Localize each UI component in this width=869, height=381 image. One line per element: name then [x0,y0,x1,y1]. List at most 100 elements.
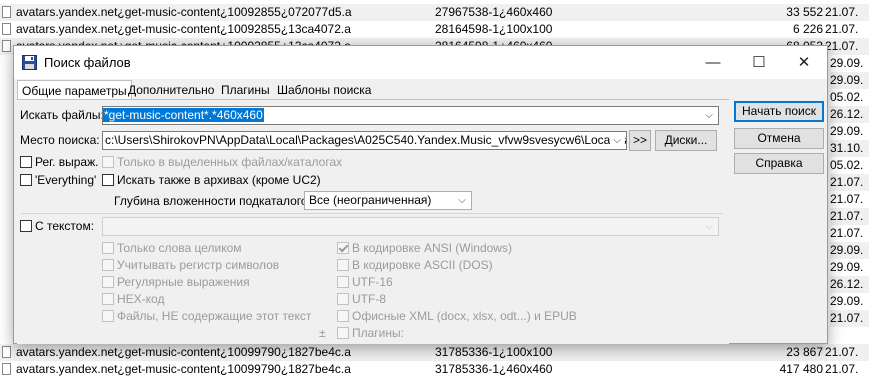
search-label: Искать файлы: [20,108,104,122]
hex-checkbox[interactable] [102,293,114,305]
cancel-button[interactable]: Отмена [734,128,824,149]
file-row[interactable]: avatars.yandex.net¿get-music-content¿100… [0,4,869,21]
file-size: 417 480 [779,362,823,376]
help-button[interactable]: Справка [734,153,824,174]
location-input-value: c:\Users\ShirokovPN\AppData\Local\Packag… [105,133,627,147]
whole-words-checkbox[interactable] [102,242,114,254]
title-bar[interactable]: Поиск файлов — ☐ ✕ [14,46,827,79]
location-arrow-button[interactable]: >> [629,130,651,151]
chevron-down-icon: ⌵ [705,221,713,232]
hex-label: HEX-код [117,292,165,306]
file-icon [2,346,11,358]
case-sensitive-label: Учитывать регистр символов [117,258,280,272]
close-button[interactable]: ✕ [781,46,827,79]
file-date: 31.10. [830,140,869,157]
with-text-label: С текстом: [35,219,95,233]
file-date: 05.02. [830,158,864,172]
with-text-checkbox[interactable] [20,220,32,232]
depth-select[interactable]: Все (неограниченная) ⌵ [304,191,472,210]
search-input-value: *get-music-content*.*460x460 [103,108,264,122]
file-date: 21.07. [830,174,869,191]
text-input[interactable]: ⌵ [102,217,719,236]
utf16-label: UTF-16 [352,275,393,289]
case-sensitive-checkbox[interactable] [102,259,114,271]
depth-label: Глубина вложенности подкаталогов: [114,194,318,208]
only-selected-checkbox[interactable] [102,156,114,168]
plugins-label: Плагины: [352,326,404,340]
file-size: 6 226 [792,22,823,36]
file-size: 23 867 [786,345,823,359]
ascii-checkbox[interactable] [337,259,349,271]
ansi-label: В кодировке ANSI (Windows) [352,241,512,255]
location-label: Место поиска: [20,133,100,147]
archives-checkbox[interactable] [102,174,114,186]
office-xml-checkbox[interactable] [337,310,349,322]
minimize-button[interactable]: — [690,46,736,79]
regex-text-label: Регулярные выражения [117,275,250,289]
file-date: 29.09. [830,124,864,138]
plugins-checkbox[interactable] [337,327,349,339]
tab-search-templates[interactable]: Шаблоны поиска [273,82,375,99]
file-icon [2,23,11,35]
file-row[interactable]: avatars.yandex.net¿get-music-content¿100… [0,344,869,361]
tab-advanced[interactable]: Дополнительно [124,82,218,99]
ascii-label: В кодировке ASCII (DOS) [352,258,493,272]
file-date: 21.07. [830,208,869,225]
file-date: 29.09. [830,56,864,70]
regex-checkbox[interactable] [20,156,32,168]
tab-general[interactable]: Общие параметры [17,80,132,101]
archives-label: Искать также в архивах (кроме UC2) [117,173,321,187]
file-date: 21.07. [825,22,859,36]
file-date: 29.09. [830,294,864,308]
file-icon [2,363,11,375]
file-date: 29.09. [830,260,864,274]
drives-button[interactable]: Диски... [655,130,717,151]
file-date: 26.12. [830,106,869,123]
not-containing-label: Файлы, НЕ содержащие этот текст [117,309,312,323]
file-date: 05.02. [830,90,864,104]
utf8-checkbox[interactable] [337,293,349,305]
everything-label: 'Everything' [35,173,97,187]
location-input[interactable]: c:\Users\ShirokovPN\AppData\Local\Packag… [102,131,627,150]
chevron-down-icon[interactable]: ⌵ [702,108,716,123]
file-name: avatars.yandex.net¿get-music-content¿100… [16,5,352,19]
only-selected-label: Только в выделенных файлах/каталогах [117,155,343,169]
file-size: 33 552 [786,5,823,19]
file-date: 29.09. [830,72,869,89]
file-date: 26.12. [830,276,869,293]
chevron-down-icon: ⌵ [458,195,466,206]
file-icon [2,40,11,52]
file-icon [2,6,11,18]
file-date: 21.07. [830,310,869,327]
utf8-label: UTF-8 [352,292,386,306]
file-extra: 28164598-1¿100x100 [435,22,553,36]
ansi-checkbox[interactable] [337,242,349,254]
file-extra: 27967538-1¿460x460 [435,5,553,19]
tab-plugins[interactable]: Плагины [217,82,274,99]
regex-text-checkbox[interactable] [102,276,114,288]
search-input[interactable]: *get-music-content*.*460x460 ⌵ [102,106,719,125]
start-search-button[interactable]: Начать поиск [734,101,824,122]
file-date: 21.07. [825,5,859,19]
file-date: 21.07. [825,362,859,376]
maximize-button[interactable]: ☐ [736,46,782,79]
file-date: 21.07. [825,345,859,359]
file-row[interactable]: avatars.yandex.net¿get-music-content¿100… [0,21,869,38]
save-disk-icon [22,55,37,70]
regex-label: Рег. выраж. [35,155,99,169]
file-name: avatars.yandex.net¿get-music-content¿100… [16,345,351,359]
file-extra: 31785336-1¿100x100 [435,345,553,359]
chevron-down-icon[interactable]: ⌵ [610,133,624,148]
utf16-checkbox[interactable] [337,276,349,288]
plus-minus-button[interactable]: ± [319,326,326,340]
file-date: 21.07. [830,192,864,206]
not-containing-checkbox[interactable] [102,310,114,322]
file-date: 21.07. [825,39,859,53]
file-name: avatars.yandex.net¿get-music-content¿100… [16,22,351,36]
file-extra: 31785336-1¿460x460 [435,362,553,376]
general-panel: Искать файлы: *get-music-content*.*460x4… [17,99,729,344]
whole-words-label: Только слова целиком [117,241,242,255]
everything-checkbox[interactable] [20,174,32,186]
file-row[interactable]: avatars.yandex.net¿get-music-content¿100… [0,361,869,378]
file-date: 29.09. [830,242,869,259]
